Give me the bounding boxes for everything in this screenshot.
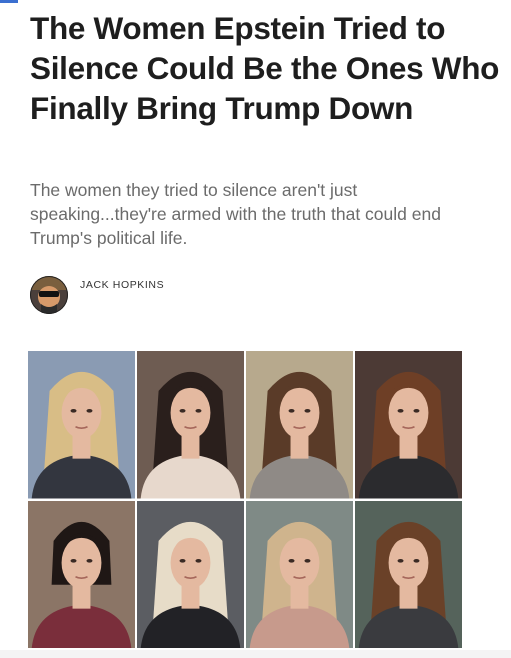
portrait-photo bbox=[246, 351, 353, 499]
portrait-image bbox=[355, 500, 462, 648]
portrait-photo bbox=[137, 351, 244, 499]
portrait-image bbox=[246, 351, 353, 499]
portrait-image bbox=[246, 500, 353, 648]
photo-grid bbox=[28, 351, 462, 648]
author-avatar-image bbox=[30, 276, 68, 314]
portrait-photo bbox=[355, 351, 462, 499]
portrait-photo bbox=[28, 351, 135, 499]
portrait-image bbox=[355, 351, 462, 499]
article-subheadline: The women they tried to silence aren't j… bbox=[30, 180, 441, 248]
byline[interactable]: JACK HOPKINS bbox=[30, 276, 164, 316]
portrait-photo bbox=[355, 500, 462, 648]
portrait-photo bbox=[246, 500, 353, 648]
portrait-photo bbox=[137, 500, 244, 648]
portrait-image bbox=[137, 500, 244, 648]
portrait-image bbox=[28, 351, 135, 499]
portrait-photo bbox=[28, 500, 135, 648]
status-indicator bbox=[0, 0, 18, 3]
portrait-image bbox=[137, 351, 244, 499]
article-card: The Women Epstein Tried to Silence Could… bbox=[0, 0, 511, 658]
author-name[interactable]: JACK HOPKINS bbox=[80, 279, 164, 291]
article-headline[interactable]: The Women Epstein Tried to Silence Could… bbox=[30, 8, 500, 128]
portrait-image bbox=[28, 500, 135, 648]
author-avatar[interactable] bbox=[30, 276, 68, 314]
bottom-edge bbox=[0, 650, 511, 658]
